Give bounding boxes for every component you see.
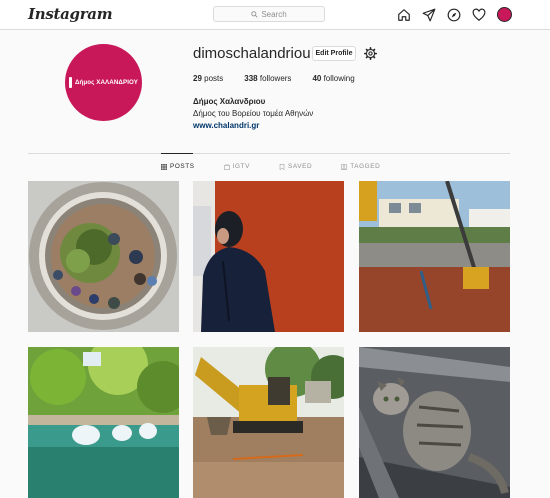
logo-mark xyxy=(69,76,72,88)
tab-label: TAGGED xyxy=(350,163,381,170)
post-image-fountain-park xyxy=(28,347,179,498)
post-image-construction-site xyxy=(359,181,510,332)
tab-label: POSTS xyxy=(170,163,195,170)
logo-text: Δήμος ΧΑΛΑΝΔΡΙΟΥ xyxy=(74,78,138,86)
tab-saved[interactable]: SAVED xyxy=(279,163,312,170)
nav-icons xyxy=(397,7,512,22)
tab-label: IGTV xyxy=(232,163,250,170)
stat-label: posts xyxy=(204,74,224,83)
tab-igtv[interactable]: IGTV xyxy=(223,163,250,170)
stat-count: 40 xyxy=(312,74,322,83)
stat-posts: 29 posts xyxy=(193,74,223,83)
instagram-logo[interactable]: Instagram xyxy=(28,5,113,23)
home-icon[interactable] xyxy=(397,8,411,22)
search-placeholder: Search xyxy=(261,9,287,19)
tv-icon xyxy=(223,163,230,170)
post-image-person-red-wall xyxy=(193,181,344,332)
post-thumbnail[interactable] xyxy=(359,347,510,498)
profile-bio: Δήμος του Βορείου τομέα Αθηνών xyxy=(193,109,314,118)
post-thumbnail[interactable] xyxy=(193,347,344,498)
bookmark-icon xyxy=(279,163,285,170)
stat-followers[interactable]: 338 followers xyxy=(244,74,291,83)
tab-posts[interactable]: POSTS xyxy=(161,163,195,170)
top-navigation-bar: Instagram Search xyxy=(0,0,550,30)
stat-count: 29 xyxy=(193,74,202,83)
tab-tagged[interactable]: TAGGED xyxy=(341,163,380,170)
stat-label: following xyxy=(323,74,355,83)
municipality-logo: Δήμος ΧΑΛΑΝΔΡΙΟΥ xyxy=(69,75,138,89)
post-image-excavator xyxy=(193,347,344,498)
profile-username: dimoschalandriou xyxy=(193,45,311,62)
tabs-divider xyxy=(28,153,510,154)
explore-icon[interactable] xyxy=(447,8,461,22)
profile-website-link[interactable]: www.chalandri.gr xyxy=(193,121,259,130)
settings-gear-icon[interactable] xyxy=(364,47,377,60)
search-icon xyxy=(251,10,258,18)
search-input[interactable]: Search xyxy=(213,6,325,22)
post-thumbnail[interactable] xyxy=(193,181,344,332)
avatar[interactable] xyxy=(497,7,512,22)
post-image-tabby-kitten xyxy=(359,347,510,498)
tab-label: SAVED xyxy=(287,163,313,170)
stat-count: 338 xyxy=(244,74,258,83)
tag-icon xyxy=(341,163,348,170)
profile-stats: 29 posts 338 followers 40 following xyxy=(193,74,376,83)
grid-icon xyxy=(161,163,167,170)
profile-full-name: Δήμος Χαλανδριου xyxy=(193,97,266,106)
edit-profile-button[interactable]: Edit Profile xyxy=(312,46,356,61)
profile-tabs: POSTS IGTV SAVED TAGGED xyxy=(161,163,409,170)
active-tab-indicator xyxy=(161,153,193,154)
stat-following[interactable]: 40 following xyxy=(312,74,354,83)
post-thumbnail[interactable] xyxy=(28,347,179,498)
post-thumbnail[interactable] xyxy=(28,181,179,332)
post-image-plaza-aerial xyxy=(28,181,179,332)
profile-picture[interactable]: Δήμος ΧΑΛΑΝΔΡΙΟΥ xyxy=(65,44,142,121)
direct-icon[interactable] xyxy=(422,8,436,22)
post-thumbnail[interactable] xyxy=(359,181,510,332)
heart-icon[interactable] xyxy=(472,8,486,22)
stat-label: followers xyxy=(259,74,292,83)
